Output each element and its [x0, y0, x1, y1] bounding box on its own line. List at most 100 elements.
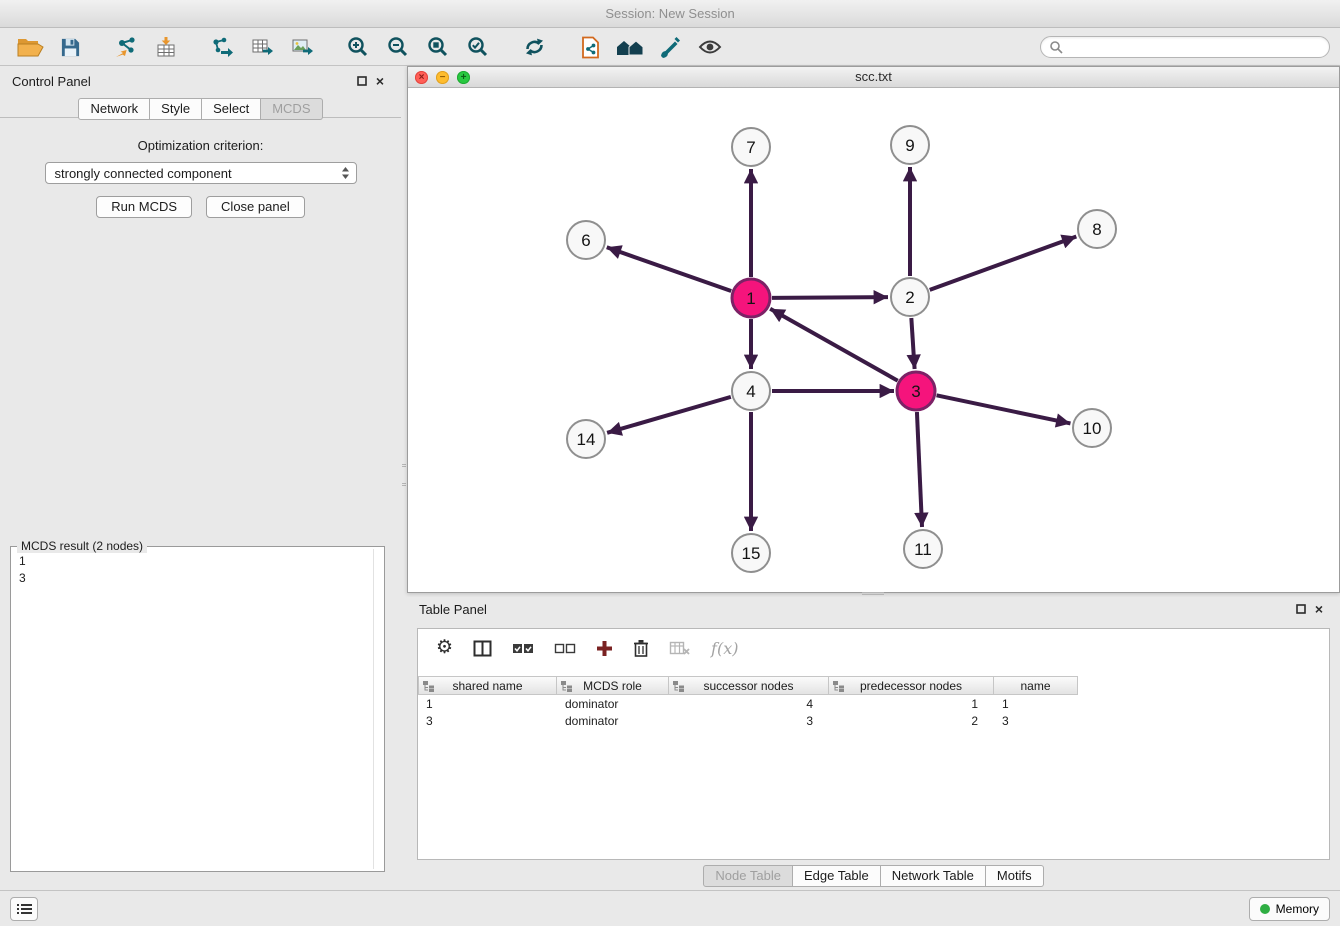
cell-name[interactable]: 3	[994, 712, 1078, 729]
column-label: successor nodes	[703, 679, 793, 693]
select-all-columns-button[interactable]	[512, 635, 534, 661]
folder-open-icon	[17, 36, 44, 58]
graph-edge-3-10[interactable]	[937, 395, 1071, 423]
import-table-button[interactable]	[146, 31, 186, 63]
open-session-button[interactable]	[10, 31, 50, 63]
column-label: predecessor nodes	[860, 679, 962, 693]
tab-motifs[interactable]: Motifs	[986, 865, 1044, 887]
cell-mcds-role[interactable]: dominator	[557, 712, 669, 729]
network-export-icon	[211, 36, 234, 58]
run-mcds-button[interactable]: Run MCDS	[96, 196, 192, 218]
network-window-title: scc.txt	[855, 69, 892, 84]
zoom-selected-button[interactable]	[458, 31, 498, 63]
graph-edge-2-3[interactable]	[911, 318, 914, 369]
style-brush-button[interactable]	[650, 31, 690, 63]
function-builder-button[interactable]: f(x)	[711, 635, 738, 661]
search-box[interactable]	[1040, 36, 1330, 58]
graph-edge-2-8[interactable]	[930, 237, 1077, 290]
cell-predecessor-nodes[interactable]: 1	[829, 695, 994, 712]
tab-network-table[interactable]: Network Table	[881, 865, 986, 887]
columns-icon	[473, 640, 492, 657]
export-network-button[interactable]	[202, 31, 242, 63]
table-row[interactable]: 3 dominator 3 2 3	[418, 712, 1329, 729]
close-table-panel-button[interactable]: ×	[1310, 600, 1328, 618]
graph-edge-1-6[interactable]	[607, 247, 731, 291]
graph-edge-1-2[interactable]	[772, 297, 888, 298]
window-titlebar[interactable]: Session: New Session	[0, 0, 1340, 28]
column-header-successor-nodes[interactable]: successor nodes	[669, 676, 829, 695]
network-window-titlebar[interactable]: × − + scc.txt	[408, 67, 1339, 88]
save-session-button[interactable]	[50, 31, 90, 63]
tab-select[interactable]: Select	[202, 98, 261, 120]
show-columns-button[interactable]	[473, 635, 492, 661]
main-toolbar	[0, 29, 1340, 66]
search-input[interactable]	[1068, 38, 1321, 56]
create-column-button[interactable]	[596, 635, 613, 661]
criterion-dropdown[interactable]: strongly connected component	[45, 162, 357, 184]
tab-style[interactable]: Style	[150, 98, 202, 120]
export-image-button[interactable]	[282, 31, 322, 63]
tab-network[interactable]: Network	[78, 98, 150, 120]
horizontal-splitter-grip[interactable]	[862, 592, 884, 596]
table-settings-button[interactable]: ⚙	[436, 635, 453, 661]
close-window-icon[interactable]: ×	[415, 71, 428, 84]
delete-column-button[interactable]	[633, 635, 649, 661]
table-row[interactable]: 1 dominator 4 1 1	[418, 695, 1329, 712]
cell-successor-nodes[interactable]: 4	[669, 695, 829, 712]
paintbrush-icon	[659, 36, 681, 58]
cell-mcds-role[interactable]: dominator	[557, 695, 669, 712]
search-icon	[1049, 40, 1063, 54]
float-panel-button[interactable]	[353, 72, 371, 90]
show-graphics-button[interactable]	[690, 31, 730, 63]
graph-node-label: 3	[911, 382, 920, 401]
zoom-out-icon	[387, 36, 409, 58]
float-table-panel-button[interactable]	[1292, 600, 1310, 618]
delete-table-button[interactable]	[669, 635, 691, 661]
column-header-predecessor-nodes[interactable]: predecessor nodes	[829, 676, 994, 695]
dropdown-stepper-icon	[341, 166, 350, 180]
zoom-in-button[interactable]	[338, 31, 378, 63]
status-bar: Memory	[0, 890, 1340, 926]
document-share-button[interactable]	[570, 31, 610, 63]
column-header-name[interactable]: name	[994, 676, 1078, 695]
mcds-result-box: MCDS result (2 nodes) 1 3	[10, 546, 385, 872]
tab-edge-table[interactable]: Edge Table	[793, 865, 881, 887]
close-mcds-panel-button[interactable]: Close panel	[206, 196, 305, 218]
zoom-fit-button[interactable]	[418, 31, 458, 63]
result-scrollbar[interactable]	[373, 549, 374, 869]
graph-edge-3-1[interactable]	[770, 309, 898, 381]
export-table-button[interactable]	[242, 31, 282, 63]
splitter-grip[interactable]	[402, 464, 406, 486]
memory-button[interactable]: Memory	[1249, 897, 1330, 921]
cell-successor-nodes[interactable]: 3	[669, 712, 829, 729]
plus-icon	[596, 640, 613, 657]
maximize-window-icon[interactable]: +	[457, 71, 470, 84]
graph-edge-3-11[interactable]	[917, 412, 922, 527]
home-icon	[616, 37, 644, 57]
column-header-mcds-role[interactable]: MCDS role	[557, 676, 669, 695]
cell-shared-name[interactable]: 3	[418, 712, 557, 729]
cell-predecessor-nodes[interactable]: 2	[829, 712, 994, 729]
home-button[interactable]	[610, 31, 650, 63]
minimize-window-icon[interactable]: −	[436, 71, 449, 84]
column-type-icon	[673, 681, 684, 692]
table-header-row: shared name MCDS role	[418, 676, 1329, 695]
cell-name[interactable]: 1	[994, 695, 1078, 712]
task-history-button[interactable]	[10, 897, 38, 921]
tab-node-table[interactable]: Node Table	[703, 865, 793, 887]
network-graph[interactable]: 7968124310141511	[408, 88, 1339, 592]
zoom-out-button[interactable]	[378, 31, 418, 63]
deselect-all-columns-button[interactable]	[554, 635, 576, 661]
cell-shared-name[interactable]: 1	[418, 695, 557, 712]
mcds-result-title: MCDS result (2 nodes)	[17, 539, 147, 553]
column-header-shared-name[interactable]: shared name	[418, 676, 557, 695]
import-network-button[interactable]	[106, 31, 146, 63]
tab-mcds[interactable]: MCDS	[261, 98, 322, 120]
close-panel-button[interactable]: ×	[371, 72, 389, 90]
column-type-icon	[561, 681, 572, 692]
traffic-lights: × − +	[415, 71, 470, 84]
graph-edge-4-14[interactable]	[607, 397, 731, 433]
eye-icon	[698, 38, 722, 56]
refresh-button[interactable]	[514, 31, 554, 63]
control-panel-title: Control Panel	[12, 74, 91, 89]
